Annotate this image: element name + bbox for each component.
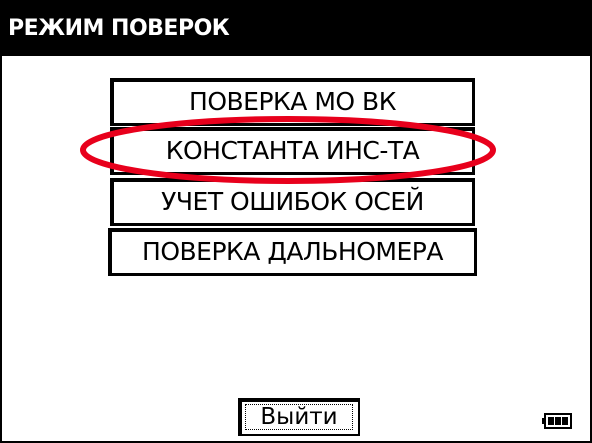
app-window: РЕЖИМ ПОВЕРОК ПОВЕРКА МО ВК КОНСТАНТА ИН… (0, 0, 592, 443)
menu-item-mo-vk-check[interactable]: ПОВЕРКА МО ВК (110, 78, 475, 126)
menu-item-axis-error-accounting[interactable]: УЧЕТ ОШИБОК ОСЕЙ (110, 178, 475, 226)
menu-item-rangefinder-check[interactable]: ПОВЕРКА ДАЛЬНОМЕРА (108, 228, 477, 276)
exit-button[interactable]: Выйти (238, 398, 360, 436)
exit-button-label: Выйти (260, 404, 338, 430)
menu-item-instrument-constant[interactable]: КОНСТАНТА ИНС-ТА (110, 127, 475, 175)
window-title: РЕЖИМ ПОВЕРОК (2, 2, 590, 56)
battery-icon (542, 413, 572, 429)
